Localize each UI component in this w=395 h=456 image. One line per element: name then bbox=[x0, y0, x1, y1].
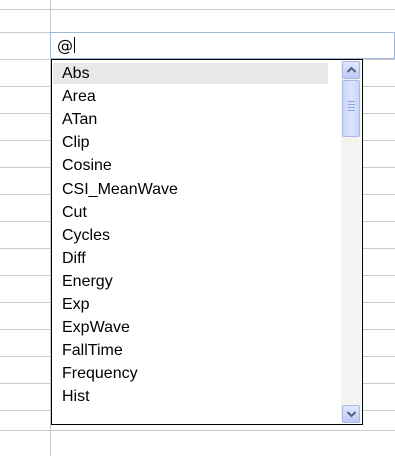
scroll-down-button[interactable] bbox=[342, 405, 360, 423]
text-caret bbox=[74, 37, 75, 53]
list-item[interactable]: Exp bbox=[53, 294, 328, 315]
list-item[interactable]: Clip bbox=[53, 132, 328, 153]
list-item[interactable]: Energy bbox=[53, 271, 328, 292]
list-item[interactable]: Cycles bbox=[53, 225, 328, 246]
list-item[interactable]: Cut bbox=[53, 202, 328, 223]
list-item[interactable]: ExpWave bbox=[53, 317, 328, 338]
arrow-down-icon bbox=[346, 411, 357, 418]
cell-editor-value: @ bbox=[57, 36, 73, 55]
grip-line bbox=[348, 110, 355, 111]
vertical-scrollbar[interactable] bbox=[341, 61, 361, 423]
grid-row-line bbox=[0, 9, 395, 10]
grid-row-line bbox=[0, 430, 395, 431]
arrow-up-icon bbox=[346, 66, 357, 73]
list-item[interactable]: FallTime bbox=[53, 340, 328, 361]
grip-line bbox=[348, 101, 355, 102]
list-item[interactable]: CSI_MeanWave bbox=[53, 179, 328, 200]
list-item[interactable]: Cosine bbox=[53, 155, 328, 176]
list-item[interactable]: Hist bbox=[53, 386, 328, 407]
cell-editor[interactable]: @ bbox=[50, 32, 395, 59]
grip-line bbox=[348, 107, 355, 108]
list-item[interactable]: ATan bbox=[53, 109, 328, 130]
grip-line bbox=[348, 104, 355, 105]
spreadsheet-area: @ Abs Area ATan Clip Cosine CSI_MeanWave Cut Cy… bbox=[0, 0, 395, 456]
list-item[interactable]: Diff bbox=[53, 248, 328, 269]
scroll-thumb[interactable] bbox=[342, 80, 360, 137]
list-item[interactable]: Frequency bbox=[53, 363, 328, 384]
list-item[interactable]: Abs bbox=[53, 63, 328, 84]
list-item[interactable]: Area bbox=[53, 86, 328, 107]
scroll-up-button[interactable] bbox=[342, 61, 360, 79]
function-list[interactable]: Abs Area ATan Clip Cosine CSI_MeanWave Cut Cycl… bbox=[52, 60, 329, 424]
autocomplete-dropdown[interactable]: Abs Area ATan Clip Cosine CSI_MeanWave Cut Cycl… bbox=[51, 59, 363, 425]
